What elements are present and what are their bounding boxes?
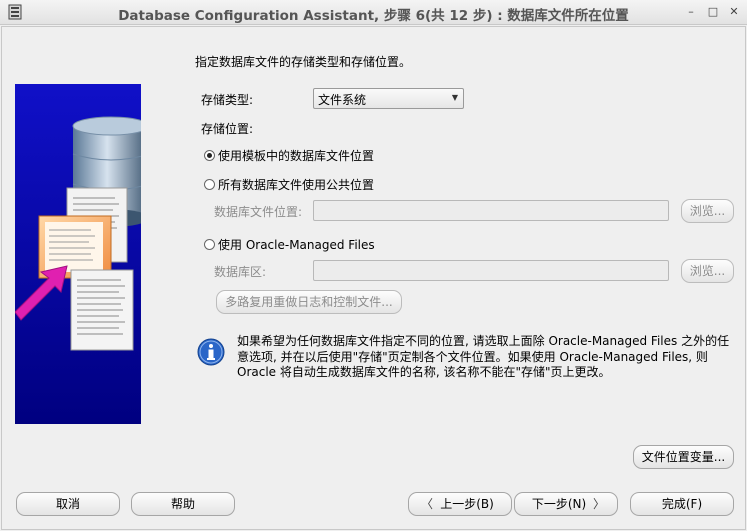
radio-unselected-icon xyxy=(204,179,215,190)
next-button[interactable]: 下一步(N) 〉 xyxy=(514,492,618,516)
info-message: 如果希望为任何数据库文件指定不同的位置, 请选取上面除 Oracle-Manag… xyxy=(237,334,732,381)
window-title: Database Configuration Assistant, 步骤 6(共… xyxy=(118,8,629,24)
db-area-input[interactable] xyxy=(313,260,669,281)
db-file-location-input[interactable] xyxy=(313,200,669,221)
multiplex-redo-logs-button[interactable]: 多路复用重做日志和控制文件... xyxy=(216,290,402,314)
next-label: 下一步(N) xyxy=(531,497,587,511)
db-area-label: 数据库区: xyxy=(214,265,267,279)
radio-template-locations[interactable]: 使用模板中的数据库文件位置 xyxy=(204,147,374,164)
cancel-button[interactable]: 取消 xyxy=(16,492,120,516)
storage-type-label: 存储类型: xyxy=(201,93,254,107)
browse-db-file-button[interactable]: 浏览... xyxy=(681,199,734,223)
radio-label: 所有数据库文件使用公共位置 xyxy=(218,178,375,192)
info-line: 意选项, 并在以后使用"存储"页定制各个文件位置。如果使用 Oracle-Man… xyxy=(237,349,708,364)
next-arrow-icon: 〉 xyxy=(592,497,605,511)
radio-unselected-icon xyxy=(204,239,215,250)
browse-db-area-button[interactable]: 浏览... xyxy=(681,259,734,283)
back-label: 上一步(B) xyxy=(440,497,494,511)
finish-button[interactable]: 完成(F) xyxy=(630,492,734,516)
page-heading: 指定数据库文件的存储类型和存储位置。 xyxy=(195,55,412,69)
db-file-location-label: 数据库文件位置: xyxy=(214,205,303,219)
storage-type-select[interactable]: 文件系统 ▼ xyxy=(313,88,464,109)
radio-label: 使用 Oracle-Managed Files xyxy=(218,238,375,252)
maximize-icon[interactable]: □ xyxy=(706,5,720,19)
back-arrow-icon: 〈 xyxy=(421,497,434,511)
storage-type-value: 文件系统 xyxy=(318,93,367,107)
chevron-down-icon: ▼ xyxy=(451,93,458,102)
help-button[interactable]: 帮助 xyxy=(131,492,235,516)
radio-label: 使用模板中的数据库文件位置 xyxy=(218,149,375,163)
radio-selected-icon xyxy=(204,150,215,161)
info-icon xyxy=(197,338,225,366)
back-button[interactable]: 〈 上一步(B) xyxy=(408,492,512,516)
wizard-illustration xyxy=(15,84,141,424)
minimize-icon[interactable]: – xyxy=(684,5,698,19)
storage-location-label: 存储位置: xyxy=(201,122,254,136)
info-line: Oracle 将自动生成数据库文件的名称, 该名称不能在"存储"页上更改。 xyxy=(237,365,611,379)
radio-common-location[interactable]: 所有数据库文件使用公共位置 xyxy=(204,176,374,193)
info-line: 如果希望为任何数据库文件指定不同的位置, 请选取上面除 Oracle-Manag… xyxy=(237,334,730,348)
title-bar: Database Configuration Assistant, 步骤 6(共… xyxy=(0,0,747,25)
radio-oracle-managed-files[interactable]: 使用 Oracle-Managed Files xyxy=(204,236,375,253)
file-location-variables-button[interactable]: 文件位置变量... xyxy=(633,445,734,469)
close-icon[interactable]: ✕ xyxy=(727,5,741,19)
